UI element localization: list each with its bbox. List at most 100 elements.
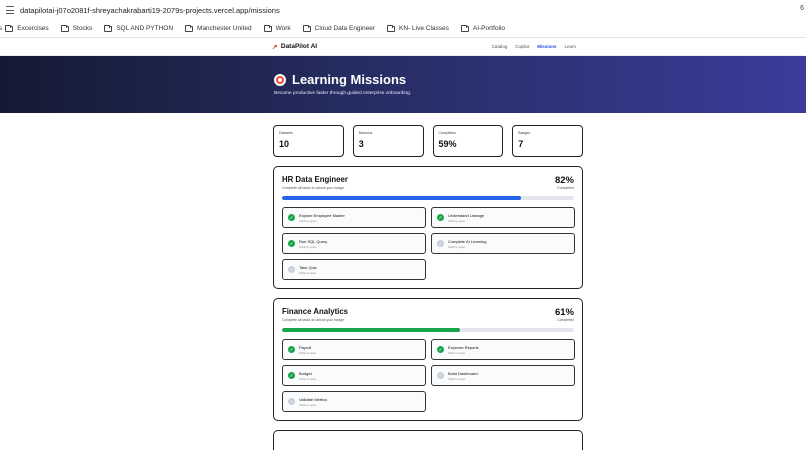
pending-icon: ○ [288, 398, 295, 405]
brand-name: DataPilot AI [280, 43, 318, 50]
progress-fill [282, 328, 461, 332]
task-hint: Click to open [299, 218, 317, 223]
task-hint: Click to open [448, 218, 466, 223]
bookmarks-bar: s Excercises Stocks SQL AND PYTHON Manch… [0, 20, 806, 38]
pending-icon: ○ [437, 372, 444, 379]
check-icon: ✓ [288, 214, 295, 221]
app-navbar: ➚ DataPilot AI Catalog Copilot Missions … [0, 38, 806, 56]
mission-title: Finance Analytics [282, 307, 349, 316]
mission-card: Finance Analytics Complete all tasks to … [273, 298, 583, 421]
mission-percent: 82% Completed [555, 175, 574, 190]
nav-link-catalog[interactable]: Catalog [492, 44, 508, 49]
nav-link-missions[interactable]: Missions [537, 44, 556, 49]
task-grid: ✓ Payroll Click to open ✓ Expense Report… [282, 339, 575, 412]
url-text[interactable]: datapilotai-j07o2081f-shreyachakrabarti1… [20, 6, 280, 15]
stat-card-missions: Missions 3 [352, 125, 424, 157]
percent-value: 82% [554, 175, 574, 186]
task-item[interactable]: ○ Complete AI Learning Click to open [431, 233, 575, 254]
task-name: Understand Lineage [448, 212, 485, 218]
folder-icon [104, 24, 113, 32]
bookmark-ai-portfolio[interactable]: AI-Portfolio [460, 24, 505, 32]
progress-fill [282, 196, 522, 200]
task-hint: Click to open [299, 244, 317, 249]
task-text: Budget Click to open [299, 371, 316, 381]
task-name: Validate Metrics [299, 396, 328, 402]
task-item[interactable]: ✓ Understand Lineage Click to open [431, 207, 575, 228]
task-hint: Click to open [299, 350, 317, 355]
stat-card-completion: Completion 59% [432, 125, 504, 157]
mission-heading: Finance Analytics Complete all tasks to … [282, 307, 348, 322]
check-icon: ✓ [437, 346, 444, 353]
folder-icon [302, 24, 311, 32]
bookmark-excercises[interactable]: s Excercises [0, 24, 49, 32]
task-text: Validate Metrics Click to open [299, 397, 327, 407]
task-item[interactable]: ✓ Budget Click to open [282, 365, 426, 386]
mission-card: HR Data Engineer Complete all tasks to u… [273, 166, 583, 289]
folder-icon [263, 24, 272, 32]
task-name: Build Dashboard [448, 370, 478, 376]
task-name: Explore Employee Master [299, 212, 345, 218]
main-content: Datasets 10 Missions 3 Completion 59% Ba… [273, 125, 583, 450]
task-text: Payroll Click to open [299, 345, 316, 355]
task-text: Take Quiz Click to open [299, 265, 317, 275]
task-name: Budget [299, 370, 312, 376]
brand-logo[interactable]: ➚ DataPilot AI [272, 43, 317, 51]
task-hint: Click to open [448, 376, 466, 381]
hero-banner: Learning Missions Become productive fast… [0, 56, 806, 113]
task-item[interactable]: ✓ Payroll Click to open [282, 339, 426, 360]
task-item[interactable]: ✓ Explore Employee Master Click to open [282, 207, 426, 228]
task-text: Explore Employee Master Click to open [299, 213, 345, 223]
stat-card-badges: Badges 7 [512, 125, 583, 157]
site-settings-icon[interactable] [6, 6, 14, 14]
page-subtitle: Become productive faster through guided … [274, 91, 412, 96]
task-item[interactable]: ○ Take Quiz Click to open [282, 259, 426, 280]
task-grid: ✓ Explore Employee Master Click to open … [282, 207, 575, 280]
rocket-icon: ➚ [272, 43, 278, 51]
check-icon: ✓ [288, 372, 295, 379]
nav-link-learn[interactable]: Learn [564, 44, 576, 49]
bookmark-cloud-data-engineer[interactable]: Cloud Data Engineer [302, 24, 375, 32]
progress-bar [282, 196, 574, 200]
task-hint: Click to open [299, 376, 317, 381]
task-hint: Click to open [299, 402, 317, 407]
pending-icon: ○ [288, 266, 295, 273]
bookmark-manchester-united[interactable]: Manchester United [185, 24, 252, 32]
mission-percent: 61% Completed [555, 307, 574, 322]
task-item[interactable]: ✓ Run SQL Query Click to open [282, 233, 426, 254]
task-hint: Click to open [448, 350, 466, 355]
bookmark-work[interactable]: Work [263, 24, 291, 32]
task-name: Run SQL Query [299, 238, 328, 244]
folder-icon [5, 24, 14, 32]
toolbar-edge-text: 6 [800, 5, 804, 12]
folder-icon [185, 24, 194, 32]
bookmark-kn-live-classes[interactable]: KN- Live Classes [387, 24, 449, 32]
mission-header: Finance Analytics Complete all tasks to … [282, 307, 574, 322]
percent-value: 61% [554, 307, 574, 318]
page-title: Learning Missions [274, 72, 806, 87]
task-hint: Click to open [448, 244, 466, 249]
nav-link-copilot[interactable]: Copilot [515, 44, 529, 49]
stat-card-datasets: Datasets 10 [273, 125, 344, 157]
task-name: Take Quiz [299, 264, 317, 270]
folder-icon [460, 24, 469, 32]
mission-heading: HR Data Engineer Complete all tasks to u… [282, 175, 348, 190]
folder-icon [60, 24, 69, 32]
task-hint: Click to open [299, 270, 317, 275]
target-icon [274, 73, 286, 86]
mission-card-partial[interactable] [273, 430, 583, 450]
missions-list: HR Data Engineer Complete all tasks to u… [273, 166, 583, 421]
nav-links: Catalog Copilot Missions Learn [492, 44, 576, 49]
task-text: Build Dashboard Click to open [448, 371, 478, 381]
task-text: Understand Lineage Click to open [448, 213, 484, 223]
address-bar[interactable]: datapilotai-j07o2081f-shreyachakrabarti1… [0, 0, 806, 20]
task-item[interactable]: ✓ Expense Reports Click to open [431, 339, 575, 360]
stats-row: Datasets 10 Missions 3 Completion 59% Ba… [273, 125, 583, 157]
progress-bar [282, 328, 574, 332]
check-icon: ✓ [288, 346, 295, 353]
folder-icon [387, 24, 396, 32]
task-item[interactable]: ○ Validate Metrics Click to open [282, 391, 426, 412]
task-item[interactable]: ○ Build Dashboard Click to open [431, 365, 575, 386]
bookmark-stocks[interactable]: Stocks [60, 24, 92, 32]
bookmark-sql-python[interactable]: SQL AND PYTHON [104, 24, 173, 32]
task-name: Expense Reports [448, 344, 479, 350]
